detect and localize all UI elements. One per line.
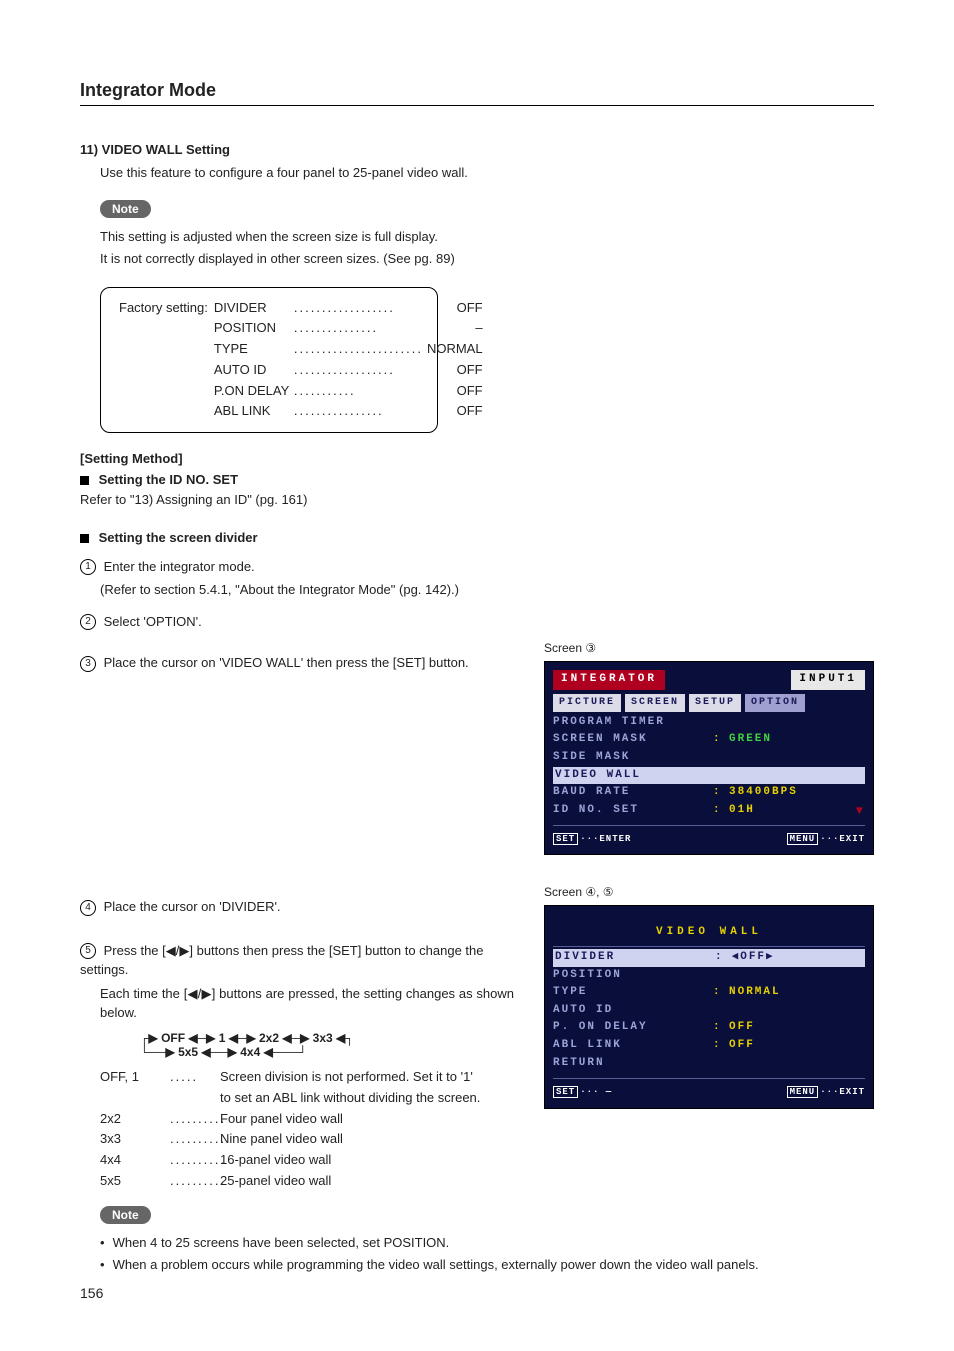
def-val: Nine panel video wall [220,1129,343,1150]
factory-key: P.ON DELAY [214,381,294,402]
divider-heading: Setting the screen divider [99,530,258,545]
osd-footer-left: SET··· — [553,1085,612,1099]
osd-row-label-highlighted: DIVIDER [555,949,715,967]
circled-number-icon: 4 [80,900,96,916]
osd-tab-active: OPTION [745,694,805,712]
step-4: 4 Place the cursor on 'DIVIDER'. [80,897,514,917]
osd-row-label: PROGRAM TIMER [553,714,713,732]
square-bullet-icon [80,534,89,543]
factory-key: TYPE [214,339,294,360]
osd-row-label: TYPE [553,984,713,1002]
osd-title: VIDEO WALL [553,924,865,942]
osd-row-value: 38400BPS [729,784,798,802]
osd-footer-left: SETSET···ENTER···ENTER [553,832,631,846]
osd-row-value: OFF [729,1037,755,1055]
osd-row-label: AUTO ID [553,1002,713,1020]
factory-val: OFF [453,381,483,402]
step-text: Enter the integrator mode. [104,559,255,574]
note-badge: Note [100,200,151,218]
def-val: 16-panel video wall [220,1150,331,1171]
osd-row-label: ID NO. SET [553,802,713,821]
subsection-heading: 11) VIDEO WALL Setting [80,142,874,157]
factory-key: AUTO ID [214,360,294,381]
definitions-list: OFF, 1.....Screen division is not perfor… [100,1067,514,1192]
intro-text: Use this feature to configure a four pan… [100,163,874,183]
factory-val: NORMAL [423,339,483,360]
circled-number-icon: 5 [80,943,96,959]
def-key: 4x4 [100,1150,170,1171]
factory-val: – [471,318,482,339]
osd-row-value: ◀OFF▶ [732,949,775,967]
cycle-line: OFF ◀─▶ 1 ◀─▶ 2x2 ◀─▶ 3x3 [161,1031,333,1045]
circled-number-icon: 1 [80,559,96,575]
step-5: 5 Press the [◀/▶] buttons then press the… [80,941,514,980]
osd-screen-3: INTEGRATOR INPUT1 PICTURE SCREEN SETUP O… [544,661,874,855]
step-1: 1 Enter the integrator mode. [80,557,874,577]
def-val: 25-panel video wall [220,1171,331,1192]
factory-prefix: Factory setting: [119,298,208,423]
osd-row-value: NORMAL [729,984,781,1002]
osd-title-left: INTEGRATOR [553,670,665,690]
step-text: Each time the [◀/▶] buttons are pressed,… [100,984,514,1023]
note-line: This setting is adjusted when the screen… [100,227,874,247]
section-title: Integrator Mode [80,80,874,106]
def-val: Screen division is not performed. Set it… [220,1067,473,1088]
def-val: to set an ABL link without dividing the … [220,1088,514,1109]
screen-label: Screen ③ [544,641,874,655]
factory-val: OFF [453,360,483,381]
osd-tab: SETUP [689,694,741,712]
page: Integrator Mode 11) VIDEO WALL Setting U… [0,0,954,1331]
def-val: Four panel video wall [220,1109,343,1130]
setting-method-heading: [Setting Method] [80,451,874,466]
circled-number-icon: 2 [80,614,96,630]
square-bullet-icon [80,476,89,485]
step-text: (Refer to section 5.4.1, "About the Inte… [100,580,874,600]
osd-footer-right: MENU···EXIT [787,1085,865,1099]
step-2: 2 Select 'OPTION'. [80,612,874,632]
arrow-down-icon: ▼ [856,802,865,821]
note-bullet: When 4 to 25 screens have been selected,… [100,1233,874,1253]
factory-key: POSITION [214,318,294,339]
factory-key: DIVIDER [214,298,294,319]
factory-settings-box: Factory setting: DIVIDER................… [100,287,438,434]
osd-row-value: GREEN [729,731,772,749]
osd-footer-right: MENU···EXIT [787,832,865,846]
note-bullet: When a problem occurs while programming … [100,1255,874,1275]
cycle-diagram: ┌▶ OFF ◀─▶ 1 ◀─▶ 2x2 ◀─▶ 3x3 ◀┐ └──▶ 5x5… [140,1031,514,1059]
osd-title-right: INPUT1 [791,670,865,690]
def-key: OFF, 1 [100,1067,170,1088]
def-key: 5x5 [100,1171,170,1192]
circled-number-icon: 3 [80,656,96,672]
step-3: 3 Place the cursor on 'VIDEO WALL' then … [80,653,514,673]
osd-row-value: 01H [729,802,755,821]
step-text: Press the [◀/▶] buttons then press the [… [80,943,484,978]
osd-tab: PICTURE [553,694,621,712]
step-text: Place the cursor on 'DIVIDER'. [104,899,281,914]
osd-screen-45: VIDEO WALL DIVIDER:◀OFF▶ POSITION TYPE:N… [544,905,874,1108]
idno-heading: Setting the ID NO. SET [99,472,238,487]
step-text: Place the cursor on 'VIDEO WALL' then pr… [104,655,469,670]
idno-text: Refer to "13) Assigning an ID" (pg. 161) [80,490,874,510]
screen-label: Screen ④, ⑤ [544,885,874,899]
factory-val: OFF [453,298,483,319]
osd-tab: SCREEN [625,694,685,712]
osd-row-label: RETURN [553,1055,713,1073]
osd-row-label: POSITION [553,967,713,985]
page-number: 156 [80,1285,874,1301]
step-text: Select 'OPTION'. [104,614,202,629]
osd-row-label-highlighted: VIDEO WALL [555,767,715,785]
note-badge: Note [100,1206,151,1224]
cycle-line: 5x5 ◀──▶ 4x4 [178,1045,260,1059]
osd-row-label: P. ON DELAY [553,1019,713,1037]
note-line: It is not correctly displayed in other s… [100,249,874,269]
factory-key: ABL LINK [214,401,294,422]
osd-row-value: OFF [729,1019,755,1037]
osd-row-label: SCREEN MASK [553,731,713,749]
osd-row-label: SIDE MASK [553,749,713,767]
factory-val: OFF [453,401,483,422]
osd-row-label: ABL LINK [553,1037,713,1055]
osd-row-label: BAUD RATE [553,784,713,802]
def-key: 2x2 [100,1109,170,1130]
def-key: 3x3 [100,1129,170,1150]
